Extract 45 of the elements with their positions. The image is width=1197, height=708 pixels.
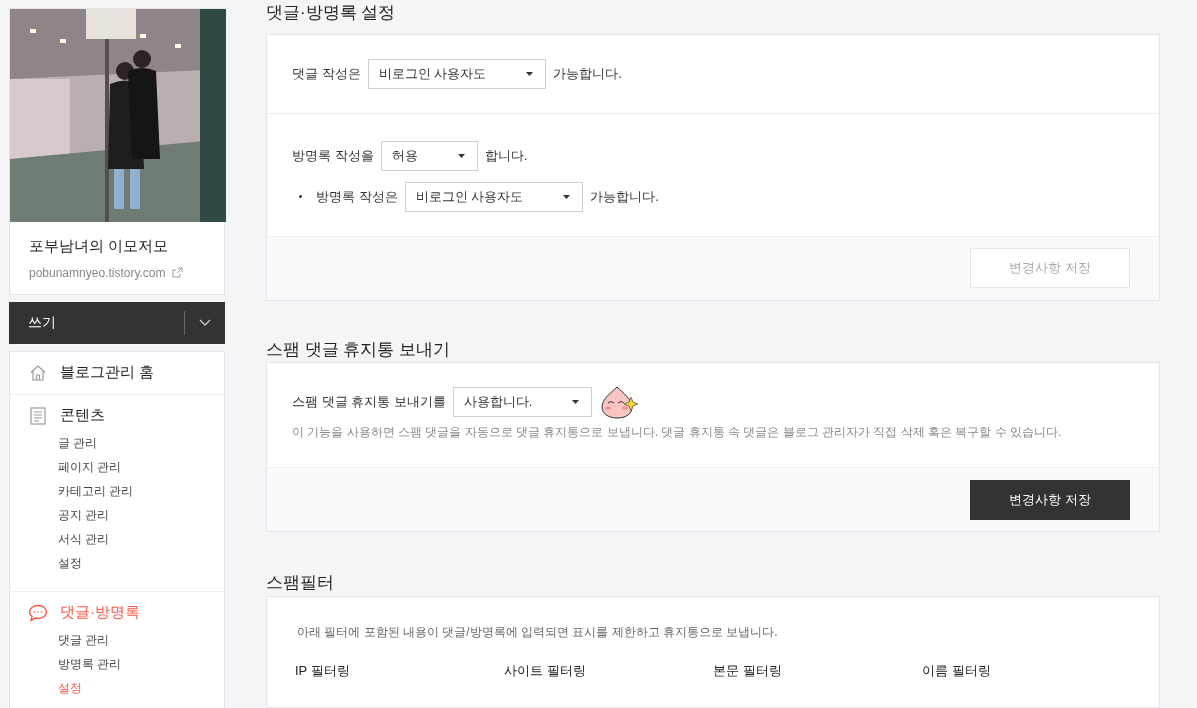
filter-heading: 본문 필터링 — [713, 661, 783, 680]
section-title: 스팸 댓글 휴지통 보내기 — [266, 338, 452, 361]
caret-icon — [563, 194, 571, 199]
menu-heading[interactable]: 콘텐츠 — [60, 404, 105, 427]
caret-icon — [457, 153, 465, 158]
menu-item[interactable]: 글 관리 — [58, 430, 206, 455]
description-text: 아래 필터에 포함된 내용이 댓글/방명록에 입력되면 표시를 제한하고 휴지통으로 보냅니다. — [296, 623, 779, 641]
menu-item[interactable]: 방명록 관리 — [58, 651, 206, 676]
caret-icon — [572, 400, 580, 404]
blog-url-link[interactable]: pobunamnyeo.tistory.com — [29, 263, 166, 282]
setting-suffix: 합니다. — [484, 146, 528, 165]
chevron-down-icon[interactable] — [199, 319, 211, 326]
write-button[interactable]: 쓰기 — [9, 301, 225, 344]
dropdown[interactable]: 비로그인 사용자도 — [367, 58, 547, 89]
home-icon — [29, 363, 47, 382]
section-title: 댓글·방명록 설정 — [266, 2, 397, 24]
setting-label: 방명록 작성을 — [292, 146, 374, 165]
menu-item[interactable]: 댓글 관리 — [58, 627, 206, 652]
menu-item[interactable]: 공지 관리 — [58, 502, 206, 527]
peach-character-icon — [599, 385, 640, 419]
menu-item[interactable]: 서식 관리 — [58, 526, 206, 551]
external-link-icon — [171, 267, 183, 278]
dropdown[interactable]: 비로그인 사용자도 — [404, 181, 584, 212]
setting-label: 스팸 댓글 휴지통 보내기를 — [292, 393, 446, 412]
description-text: 이 기능을 사용하면 스팸 댓글을 자동으로 댓글 휴지통으로 보냅니다. 댓글 휴지통 속 댓글은 블로그 관리자가 직접 삭제 혹은 복구할 수 있습니다. — [292, 424, 1063, 441]
filter-heading: IP 필터링 — [295, 661, 351, 680]
setting-label: 댓글 작성은 — [292, 64, 361, 83]
caret-icon — [526, 71, 534, 76]
menu-heading[interactable]: 블로그관리 홈 — [60, 361, 155, 384]
speech-bubble-icon — [28, 603, 48, 622]
dropdown[interactable]: 허용 — [380, 140, 478, 171]
filter-heading: 이름 필터링 — [922, 661, 992, 680]
document-icon — [30, 406, 46, 425]
section-title: 스팸필터 — [266, 572, 335, 594]
filter-heading: 사이트 필터링 — [504, 661, 587, 680]
setting-label: 방명록 작성은 — [316, 187, 398, 206]
setting-suffix: 가능합니다. — [590, 187, 659, 206]
blog-name: 포부남녀의 이모저모 — [29, 236, 170, 256]
menu-item[interactable]: 설정 — [58, 550, 206, 575]
menu-item[interactable]: 카테고리 관리 — [58, 478, 206, 503]
menu-item[interactable]: 페이지 관리 — [58, 454, 206, 479]
setting-suffix: 가능합니다. — [553, 64, 622, 83]
save-button[interactable]: 변경사항 저장 — [970, 479, 1130, 520]
dropdown[interactable]: 사용합니다. — [452, 387, 593, 417]
bullet-icon — [299, 195, 302, 198]
